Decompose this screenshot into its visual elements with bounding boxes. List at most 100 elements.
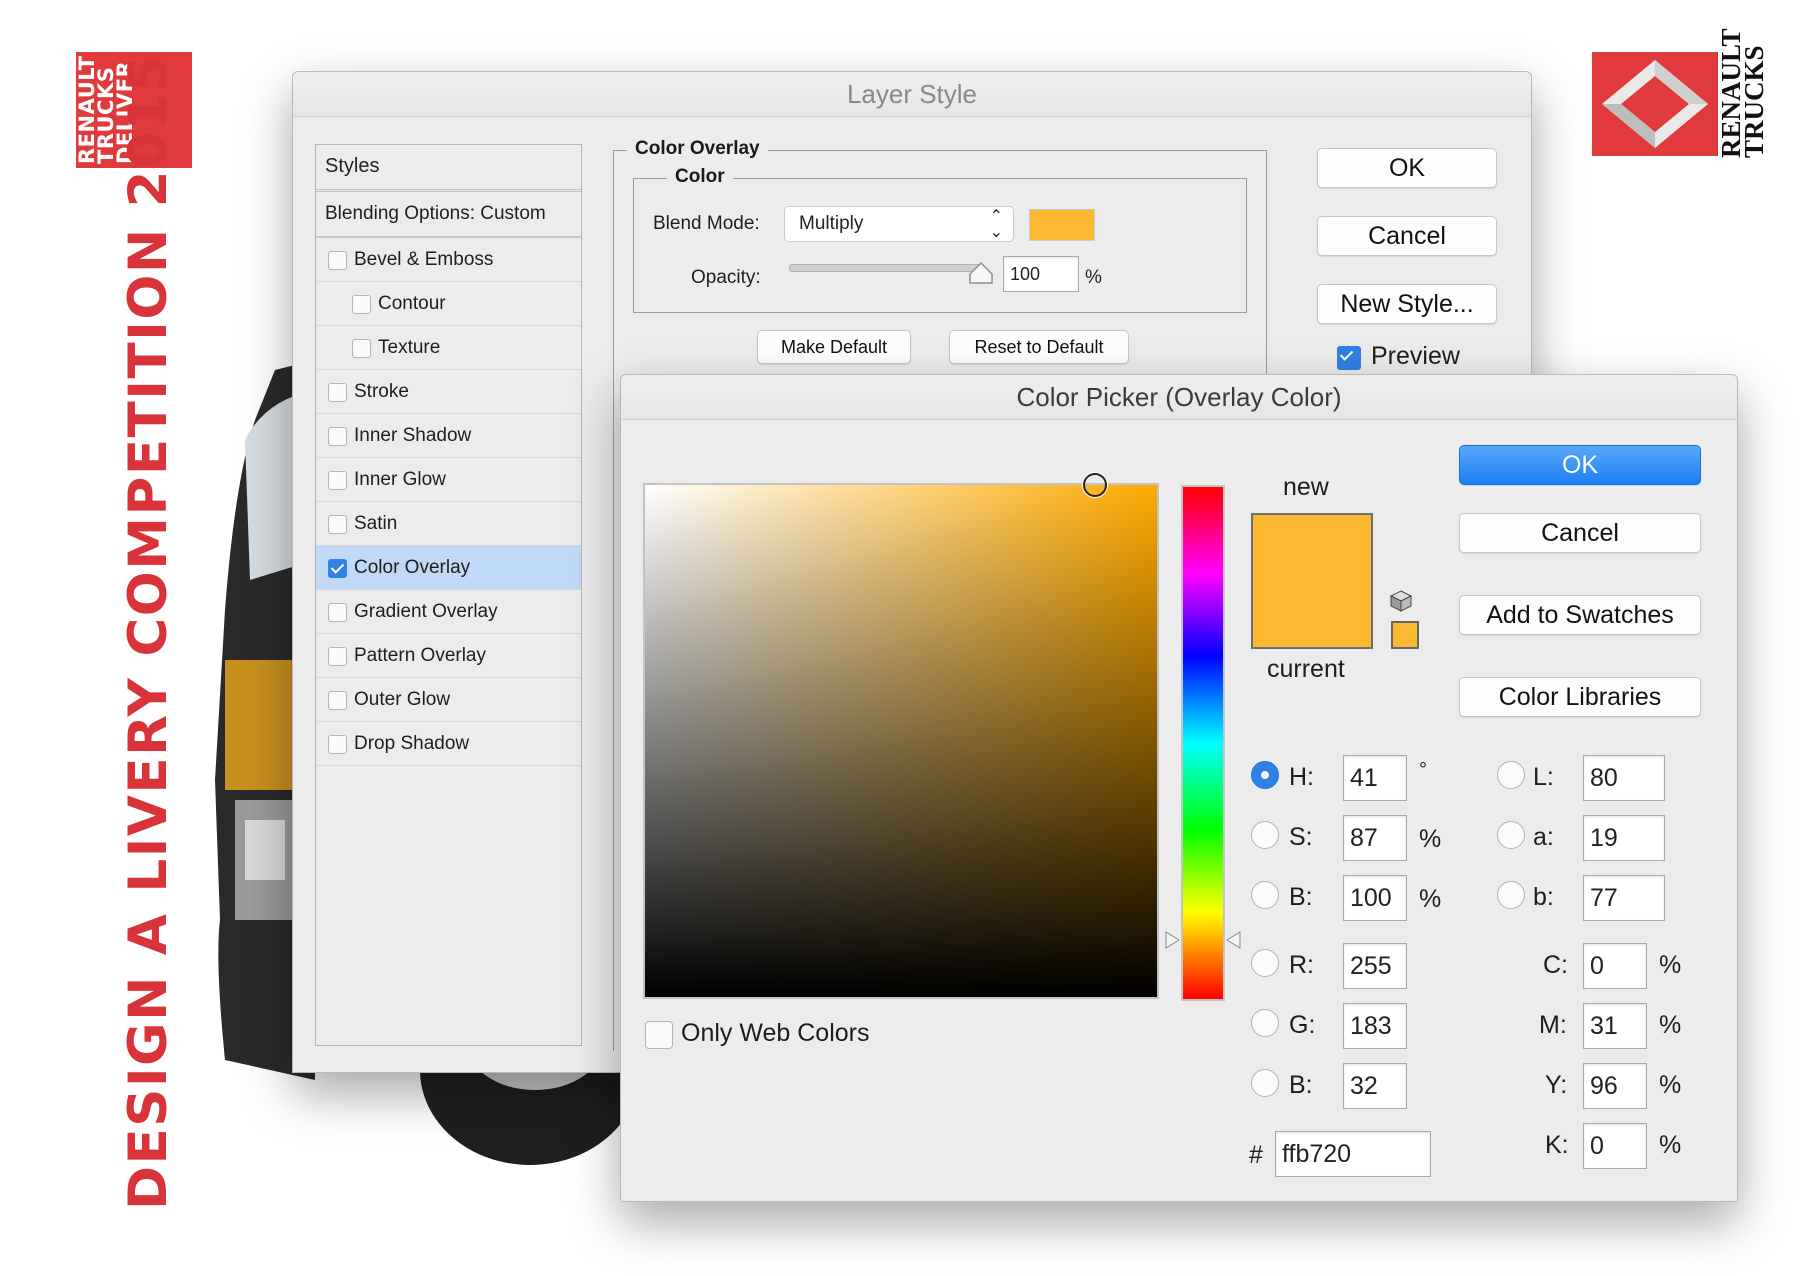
brightness-radio[interactable] xyxy=(1251,881,1279,909)
yellow-unit: % xyxy=(1659,1071,1682,1099)
saturation-label: S: xyxy=(1289,823,1313,851)
style-item-color-overlay[interactable]: Color Overlay xyxy=(316,546,581,590)
blending-options-item[interactable]: Blending Options: Custom xyxy=(316,192,581,238)
picker-ok-button[interactable]: OK xyxy=(1459,445,1701,485)
renault-trucks-logo xyxy=(1592,52,1718,156)
style-item-outer-glow[interactable]: Outer Glow xyxy=(316,678,581,722)
style-item-label: Drop Shadow xyxy=(354,733,470,754)
brightness-input[interactable]: 100 xyxy=(1343,875,1407,921)
hue-radio[interactable] xyxy=(1251,761,1279,789)
blue-radio[interactable] xyxy=(1251,1069,1279,1097)
saturation-radio[interactable] xyxy=(1251,821,1279,849)
style-item-bevel-emboss[interactable]: Bevel & Emboss xyxy=(316,238,581,282)
lab-a-radio[interactable] xyxy=(1497,821,1525,849)
reset-to-default-button[interactable]: Reset to Default xyxy=(949,330,1129,364)
style-item-inner-glow[interactable]: Inner Glow xyxy=(316,458,581,502)
black-input[interactable]: 0 xyxy=(1583,1123,1647,1169)
color-picker-dialog: Color Picker (Overlay Color) Only Web Co… xyxy=(620,374,1738,1202)
hue-pointer-left-icon[interactable] xyxy=(1165,931,1181,949)
brightness-unit: % xyxy=(1419,885,1442,913)
preview-label: Preview xyxy=(1371,342,1460,370)
hue-unit: ° xyxy=(1419,759,1427,781)
style-item-satin[interactable]: Satin xyxy=(316,502,581,546)
lab-b-label: b: xyxy=(1533,883,1554,911)
styles-list: Styles Blending Options: Custom Bevel & … xyxy=(315,144,582,1046)
style-item-drop-shadow[interactable]: Drop Shadow xyxy=(316,722,581,766)
picker-cancel-button[interactable]: Cancel xyxy=(1459,513,1701,553)
only-web-colors-label: Only Web Colors xyxy=(681,1019,870,1047)
hue-pointer-right-icon[interactable] xyxy=(1225,931,1241,949)
saturation-input[interactable]: 87 xyxy=(1343,815,1407,861)
style-checkbox[interactable] xyxy=(328,383,347,402)
green-input[interactable]: 183 xyxy=(1343,1003,1407,1049)
style-item-label: Color Overlay xyxy=(354,557,471,578)
style-item-label: Inner Glow xyxy=(354,469,446,490)
magenta-input[interactable]: 31 xyxy=(1583,1003,1647,1049)
style-item-pattern-overlay[interactable]: Pattern Overlay xyxy=(316,634,581,678)
hex-label: # xyxy=(1249,1141,1263,1169)
slider-thumb-icon[interactable] xyxy=(969,262,993,284)
cyan-label: C: xyxy=(1543,951,1568,979)
style-checkbox[interactable] xyxy=(328,559,347,578)
lab-l-radio[interactable] xyxy=(1497,761,1525,789)
style-item-label: Gradient Overlay xyxy=(354,601,498,622)
blue-input[interactable]: 32 xyxy=(1343,1063,1407,1109)
saturation-brightness-field[interactable] xyxy=(643,473,1159,999)
lab-a-label: a: xyxy=(1533,823,1554,851)
blend-mode-select[interactable]: Multiply ⌃ ⌄ xyxy=(784,206,1014,242)
overlay-color-swatch[interactable] xyxy=(1029,209,1095,241)
blend-mode-label: Blend Mode: xyxy=(653,213,760,234)
style-checkbox[interactable] xyxy=(328,471,347,490)
lab-a-input[interactable]: 19 xyxy=(1583,815,1665,861)
style-item-texture[interactable]: Texture xyxy=(316,326,581,370)
red-radio[interactable] xyxy=(1251,949,1279,977)
style-item-label: Stroke xyxy=(354,381,409,402)
layer-style-cancel-button[interactable]: Cancel xyxy=(1317,216,1497,256)
style-checkbox[interactable] xyxy=(352,295,371,314)
style-item-gradient-overlay[interactable]: Gradient Overlay xyxy=(316,590,581,634)
gamut-cube-icon[interactable] xyxy=(1389,589,1413,613)
style-item-inner-shadow[interactable]: Inner Shadow xyxy=(316,414,581,458)
layer-style-title: Layer Style xyxy=(293,72,1531,117)
style-checkbox[interactable] xyxy=(328,251,347,270)
hue-slider[interactable] xyxy=(1181,485,1225,1001)
current-color-swatch[interactable] xyxy=(1253,581,1371,647)
magenta-unit: % xyxy=(1659,1011,1682,1039)
new-style-button[interactable]: New Style... xyxy=(1317,284,1497,324)
style-item-label: Inner Shadow xyxy=(354,425,472,446)
yellow-input[interactable]: 96 xyxy=(1583,1063,1647,1109)
color-libraries-button[interactable]: Color Libraries xyxy=(1459,677,1701,717)
layer-style-ok-button[interactable]: OK xyxy=(1317,148,1497,188)
style-item-stroke[interactable]: Stroke xyxy=(316,370,581,414)
opacity-input[interactable]: 100 xyxy=(1003,256,1079,292)
style-checkbox[interactable] xyxy=(328,427,347,446)
diamond-logo-icon xyxy=(1602,60,1708,148)
hue-input[interactable]: 41 xyxy=(1343,755,1407,801)
style-checkbox[interactable] xyxy=(328,647,347,666)
style-checkbox[interactable] xyxy=(328,603,347,622)
styles-header[interactable]: Styles xyxy=(316,145,581,192)
green-radio[interactable] xyxy=(1251,1009,1279,1037)
cyan-input[interactable]: 0 xyxy=(1583,943,1647,989)
opacity-slider-track[interactable] xyxy=(789,264,981,272)
color-preview xyxy=(1251,513,1373,649)
new-color-swatch xyxy=(1253,515,1371,581)
preview-checkbox[interactable] xyxy=(1337,346,1361,370)
hex-input[interactable]: ffb720 xyxy=(1275,1131,1431,1177)
style-checkbox[interactable] xyxy=(328,515,347,534)
make-default-button[interactable]: Make Default xyxy=(757,330,911,364)
add-to-swatches-button[interactable]: Add to Swatches xyxy=(1459,595,1701,635)
lab-b-input[interactable]: 77 xyxy=(1583,875,1665,921)
style-checkbox[interactable] xyxy=(328,735,347,754)
brightness-label: B: xyxy=(1289,883,1313,911)
style-checkbox[interactable] xyxy=(328,691,347,710)
style-item-label: Outer Glow xyxy=(354,689,451,710)
color-selection-ring[interactable] xyxy=(1083,473,1107,497)
style-item-contour[interactable]: Contour xyxy=(316,282,581,326)
web-safe-color-icon[interactable] xyxy=(1391,621,1419,649)
only-web-colors-checkbox[interactable] xyxy=(645,1021,673,1049)
lab-l-input[interactable]: 80 xyxy=(1583,755,1665,801)
red-input[interactable]: 255 xyxy=(1343,943,1407,989)
style-checkbox[interactable] xyxy=(352,339,371,358)
lab-b-radio[interactable] xyxy=(1497,881,1525,909)
